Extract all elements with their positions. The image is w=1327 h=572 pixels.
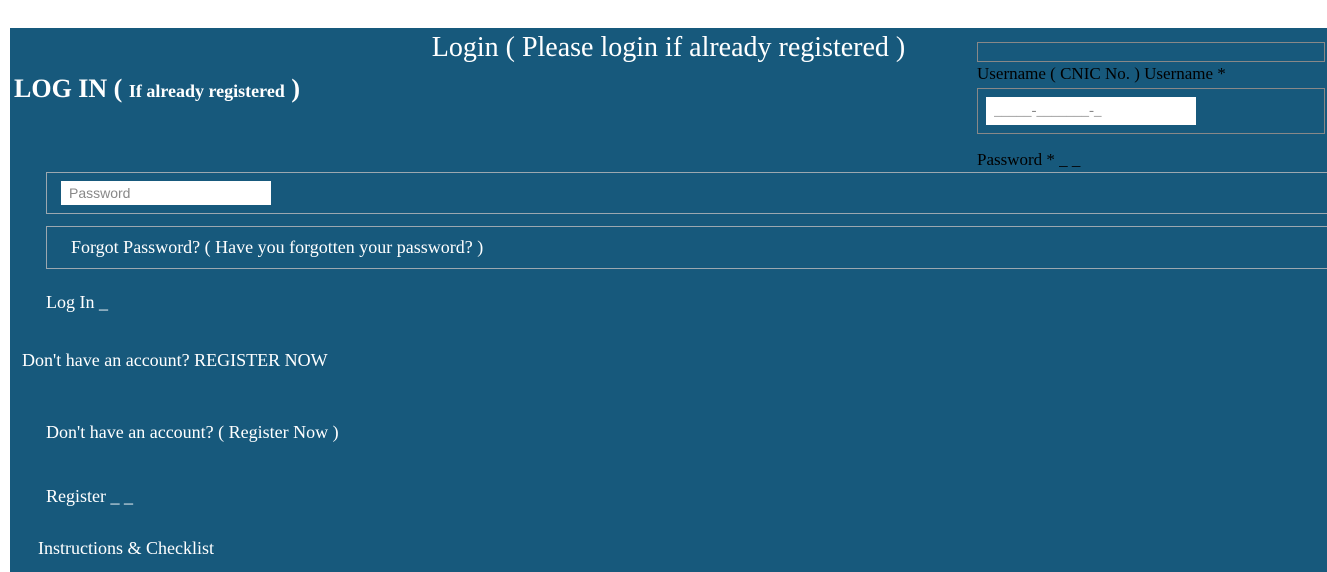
username-label: Username ( CNIC No. ) Username * <box>977 62 1327 88</box>
register-prompt-lower: Don't have an account? ( Register Now ) <box>46 422 339 443</box>
register-button-trail: _ _ <box>106 486 133 506</box>
password-label-trail: _ _ <box>1055 150 1081 169</box>
login-button-trail: _ <box>95 292 109 312</box>
register-prompt-caps: Don't have an account? REGISTER NOW <box>22 350 328 371</box>
login-panel: Login ( Please login if already register… <box>10 28 1327 572</box>
password-row <box>46 172 1327 214</box>
login-heading-sub: If already registered <box>129 81 285 101</box>
register-button[interactable]: Register <box>46 486 106 506</box>
password-label: Password * <box>977 150 1055 169</box>
register-button-row: Register _ _ <box>46 486 133 507</box>
login-heading-main: LOG IN ( <box>14 74 129 103</box>
login-button[interactable]: Log In <box>46 292 95 312</box>
login-heading-end: ) <box>285 74 300 103</box>
register-prompt-prefix: Don't have an account? <box>22 350 194 370</box>
password-label-row: Password * _ _ <box>977 150 1327 170</box>
password-input[interactable] <box>61 181 271 205</box>
register-now-link[interactable]: REGISTER NOW <box>194 350 328 370</box>
username-top-border <box>977 42 1325 62</box>
instructions-checklist-link[interactable]: Instructions & Checklist <box>38 538 214 559</box>
login-button-row: Log In _ <box>46 292 108 313</box>
username-input[interactable] <box>986 97 1196 125</box>
forgot-password-link[interactable]: Forgot Password? ( Have you forgotten yo… <box>46 226 1327 269</box>
username-block: Username ( CNIC No. ) Username * Passwor… <box>977 42 1327 170</box>
username-input-wrap <box>977 88 1325 134</box>
